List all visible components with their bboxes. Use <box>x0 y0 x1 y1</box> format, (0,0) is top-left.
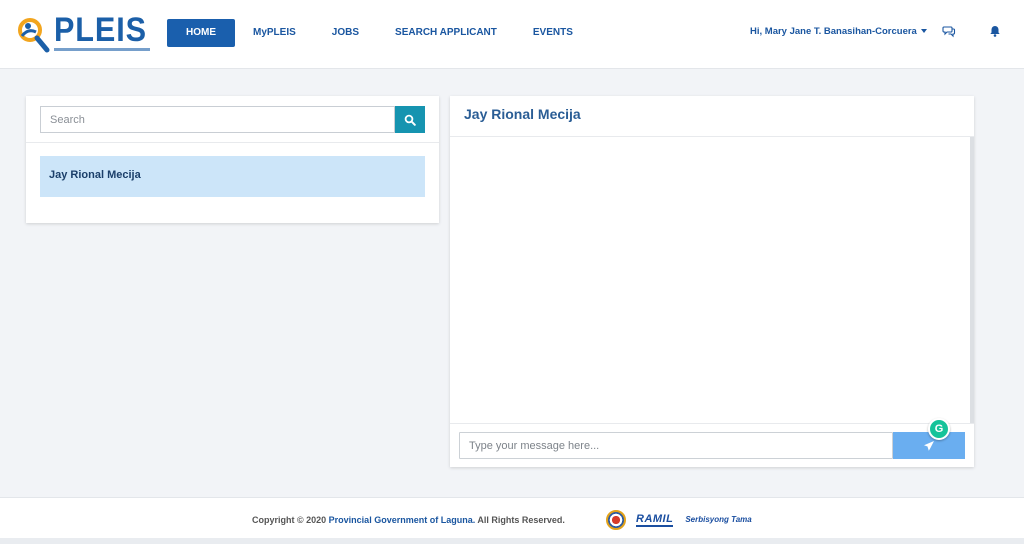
divider <box>26 142 439 143</box>
logo-text: PLEIS <box>54 11 147 49</box>
top-navbar: PLEIS HOME MyPLEIS JOBS SEARCH APPLICANT… <box>0 0 1024 69</box>
copyright-text: Copyright © 2020 Provincial Government o… <box>252 515 565 525</box>
caret-down-icon <box>920 29 927 34</box>
contact-item[interactable]: Jay Rional Mecija <box>40 156 425 197</box>
message-thread[interactable] <box>450 137 970 423</box>
laguna-seal-icon <box>606 510 626 530</box>
ramil-logo: RAMIL <box>636 512 674 527</box>
nav-events[interactable]: EVENTS <box>515 19 591 47</box>
pleis-logo[interactable]: PLEIS <box>16 10 150 56</box>
nav-search-applicant[interactable]: SEARCH APPLICANT <box>377 19 515 47</box>
partner-logos: RAMIL Serbisyong Tama <box>606 510 752 530</box>
divider <box>450 423 974 424</box>
user-greeting: Hi, Mary Jane T. Banasihan-Corcuera <box>750 26 917 37</box>
organization-link[interactable]: Provincial Government of Laguna. <box>329 515 476 525</box>
send-button[interactable] <box>893 432 965 459</box>
nav-jobs[interactable]: JOBS <box>314 19 377 47</box>
grammarly-icon[interactable]: G <box>928 418 950 440</box>
contact-search-input[interactable] <box>40 106 395 133</box>
serbisyong-tama-logo: Serbisyong Tama <box>685 515 752 524</box>
copyright-prefix: Copyright © 2020 <box>252 515 327 525</box>
logo-tagline-strip <box>54 48 150 51</box>
paper-plane-icon <box>924 440 934 451</box>
copyright-rights: All Rights Reserved. <box>477 515 565 525</box>
search-icon <box>404 114 416 126</box>
bell-icon[interactable] <box>988 24 1002 38</box>
chat-panel: Jay Rional Mecija G <box>450 96 974 467</box>
chat-bubbles-icon[interactable] <box>942 24 956 38</box>
footer: Copyright © 2020 Provincial Government o… <box>0 497 1024 538</box>
bottom-strip <box>0 538 1024 544</box>
message-thread-scrollbar[interactable] <box>970 137 974 423</box>
nav-mypleis[interactable]: MyPLEIS <box>235 19 314 47</box>
chat-recipient-name: Jay Rional Mecija <box>464 106 581 122</box>
logo-magnifier-icon <box>18 18 50 53</box>
message-input[interactable] <box>459 432 893 459</box>
search-button[interactable] <box>395 106 425 133</box>
user-menu[interactable]: Hi, Mary Jane T. Banasihan-Corcuera <box>750 26 927 37</box>
contacts-panel: Jay Rional Mecija <box>26 96 439 223</box>
nav-home[interactable]: HOME <box>167 19 235 47</box>
main-nav: HOME MyPLEIS JOBS SEARCH APPLICANT EVENT… <box>167 19 591 47</box>
